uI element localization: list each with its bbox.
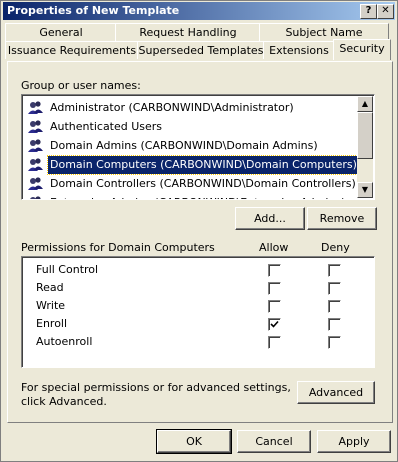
scroll-thumb[interactable] bbox=[357, 112, 373, 159]
deny-checkbox[interactable] bbox=[328, 282, 341, 295]
tab-label: Request Handling bbox=[139, 26, 237, 39]
cancel-button[interactable]: Cancel bbox=[237, 430, 311, 453]
group-name: Domain Computers (CARBONWIND\Domain Comp… bbox=[47, 155, 360, 175]
permission-name: Enroll bbox=[36, 317, 68, 330]
remove-button[interactable]: Remove bbox=[307, 207, 377, 230]
checkmark-icon bbox=[270, 320, 279, 328]
tab-label: Issuance Requirements bbox=[7, 44, 137, 57]
tab-request-handling[interactable]: Request Handling bbox=[115, 23, 261, 41]
add-button-label: Add... bbox=[254, 212, 286, 225]
tab-label: Security bbox=[339, 42, 385, 55]
user-group-icon bbox=[28, 120, 44, 134]
scroll-down-arrow-icon[interactable]: ▼ bbox=[357, 182, 373, 198]
group-name: Authenticated Users bbox=[50, 120, 163, 133]
group-name: Enterprise Admins (CARBONWIND\Enterprise… bbox=[48, 194, 347, 199]
group-name: Domain Controllers (CARBONWIND\Domain Co… bbox=[50, 177, 356, 190]
permission-name: Full Control bbox=[36, 263, 99, 276]
tab-security[interactable]: Security bbox=[333, 39, 391, 60]
permission-name: Autoenroll bbox=[36, 335, 93, 348]
tab-general[interactable]: General bbox=[5, 23, 117, 41]
tab-label: General bbox=[39, 26, 83, 39]
close-button[interactable]: ✕ bbox=[377, 4, 394, 19]
user-group-icon bbox=[28, 196, 44, 199]
group-name: Domain Admins (CARBONWIND\Domain Admins) bbox=[50, 139, 318, 152]
window-title: Properties of New Template bbox=[7, 4, 180, 17]
advanced-button[interactable]: Advanced bbox=[297, 381, 375, 404]
allow-header: Allow bbox=[259, 241, 289, 254]
tab-issuance-requirements[interactable]: Issuance Requirements bbox=[5, 41, 139, 59]
tab-label: Subject Name bbox=[285, 26, 363, 39]
advanced-button-label: Advanced bbox=[308, 386, 364, 399]
deny-header: Deny bbox=[321, 241, 350, 254]
title-bar[interactable]: Properties of New Template ? ✕ bbox=[3, 2, 395, 20]
allow-checkbox[interactable] bbox=[268, 318, 281, 331]
add-button[interactable]: Add... bbox=[235, 207, 305, 230]
tab-label: Extensions bbox=[269, 44, 329, 57]
allow-checkbox[interactable] bbox=[268, 282, 281, 295]
user-group-icon bbox=[28, 139, 44, 153]
apply-button[interactable]: Apply bbox=[317, 430, 391, 453]
cancel-button-label: Cancel bbox=[255, 435, 293, 448]
allow-checkbox[interactable] bbox=[268, 336, 281, 349]
deny-checkbox[interactable] bbox=[328, 300, 341, 313]
group-list[interactable]: Administrator (CARBONWIND\Administrator)… bbox=[21, 94, 375, 200]
group-list-label: Group or user names: bbox=[21, 79, 141, 92]
tab-label: Superseded Templates bbox=[138, 44, 264, 57]
permissions-list: Full Control Read Write Enroll Autoenroll bbox=[21, 256, 375, 368]
group-name: Administrator (CARBONWIND\Administrator) bbox=[50, 101, 294, 114]
deny-checkbox[interactable] bbox=[328, 264, 341, 277]
user-group-icon bbox=[28, 158, 44, 172]
group-list-scrollbar[interactable]: ▲ ▼ bbox=[357, 96, 373, 198]
permission-name: Read bbox=[36, 281, 64, 294]
advanced-note-line1: For special permissions or for advanced … bbox=[21, 381, 291, 394]
deny-checkbox[interactable] bbox=[328, 336, 341, 349]
help-button[interactable]: ? bbox=[360, 4, 377, 19]
deny-checkbox[interactable] bbox=[328, 318, 341, 331]
scroll-up-arrow-icon[interactable]: ▲ bbox=[357, 96, 373, 112]
ok-button[interactable]: OK bbox=[156, 429, 232, 454]
remove-button-label: Remove bbox=[319, 212, 365, 225]
ok-button-label: OK bbox=[186, 435, 202, 448]
user-group-icon bbox=[28, 101, 44, 115]
allow-checkbox[interactable] bbox=[268, 264, 281, 277]
permissions-label: Permissions for Domain Computers bbox=[21, 241, 215, 254]
user-group-icon bbox=[28, 177, 44, 191]
properties-dialog: Properties of New Template ? ✕ General R… bbox=[0, 0, 398, 462]
tab-extensions[interactable]: Extensions bbox=[263, 41, 335, 59]
allow-checkbox[interactable] bbox=[268, 300, 281, 313]
advanced-note-line2: click Advanced. bbox=[21, 395, 107, 408]
apply-button-label: Apply bbox=[338, 435, 370, 448]
permission-name: Write bbox=[36, 299, 66, 312]
tab-superseded-templates[interactable]: Superseded Templates bbox=[137, 41, 265, 59]
